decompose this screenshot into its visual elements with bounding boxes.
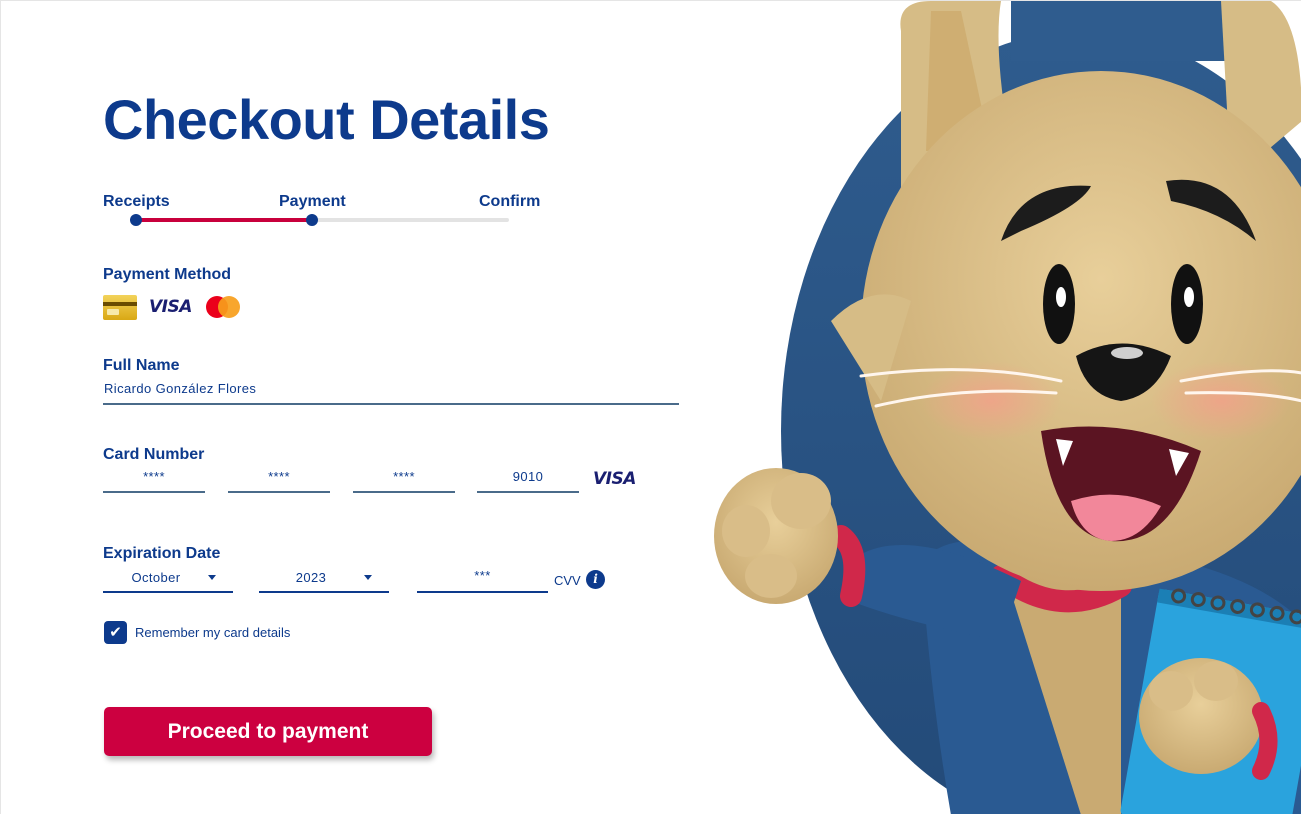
- info-icon[interactable]: i: [586, 570, 605, 589]
- remember-card-checkbox[interactable]: ✔: [104, 621, 127, 644]
- stepper-progress: [135, 218, 313, 222]
- chevron-down-icon: [208, 575, 216, 580]
- checkout-stepper: Receipts Payment Confirm: [103, 193, 543, 233]
- expiration-year-value: 2023: [295, 570, 327, 585]
- step-payment[interactable]: Payment: [279, 193, 346, 211]
- page-title: Checkout Details: [103, 88, 550, 151]
- cvv-label: CVV: [554, 573, 581, 588]
- mastercard-logo[interactable]: [205, 296, 242, 318]
- expiration-month-value: October: [131, 570, 181, 585]
- payment-method-label: Payment Method: [103, 266, 232, 283]
- card-number-segment-3[interactable]: ****: [353, 469, 455, 493]
- visa-logo[interactable]: VISA: [149, 297, 192, 317]
- generic-card-icon[interactable]: [103, 294, 137, 320]
- step-confirm[interactable]: Confirm: [479, 193, 540, 211]
- payment-method-options: VISA: [103, 294, 242, 320]
- card-number-segment-2[interactable]: ****: [228, 469, 330, 493]
- remember-card-label[interactable]: Remember my card details: [135, 625, 290, 640]
- cvv-input[interactable]: ***: [417, 568, 548, 593]
- step-dot-payment: [306, 214, 318, 226]
- step-receipts[interactable]: Receipts: [103, 193, 170, 211]
- expiration-month-select[interactable]: October: [103, 568, 233, 593]
- card-brand-visa-logo: VISA: [593, 469, 636, 489]
- step-dot-receipts: [130, 214, 142, 226]
- card-number-segment-4[interactable]: 9010: [477, 469, 579, 493]
- proceed-to-payment-button[interactable]: Proceed to payment: [104, 707, 432, 756]
- expiration-year-select[interactable]: 2023: [259, 568, 389, 593]
- chevron-down-icon: [364, 575, 372, 580]
- cat-mascot-illustration: [714, 1, 1301, 814]
- full-name-input[interactable]: Ricardo González Flores: [103, 381, 679, 405]
- checkout-page: Checkout Details Receipts Payment Confir…: [0, 0, 1301, 814]
- card-number-label: Card Number: [103, 446, 205, 463]
- full-name-label: Full Name: [103, 357, 180, 374]
- card-number-segment-1[interactable]: ****: [103, 469, 205, 493]
- expiration-date-label: Expiration Date: [103, 545, 221, 562]
